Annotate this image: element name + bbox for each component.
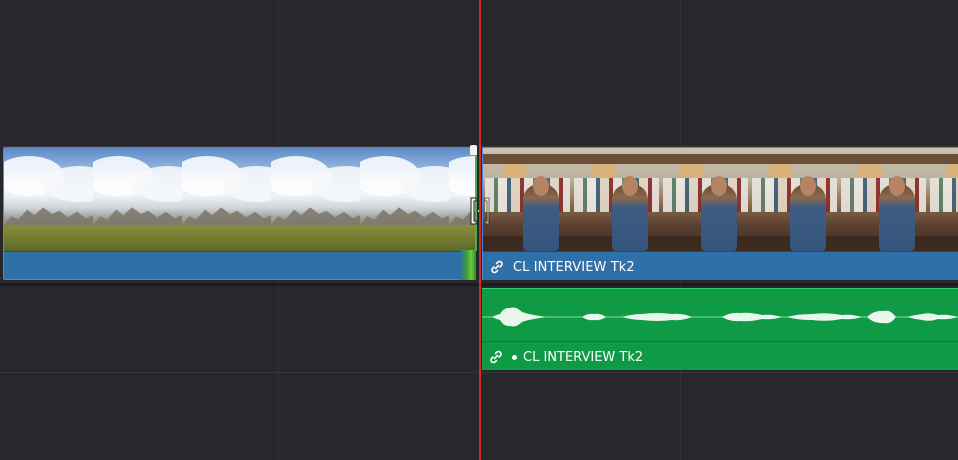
- thumbnail-interview: [661, 148, 750, 251]
- clip-thumbnails: [4, 148, 476, 251]
- thumbnail-landscape: [360, 148, 449, 251]
- timeline-panel[interactable]: CL INTERVIEW Tk2 CL INTERVIEW Tk2: [0, 0, 958, 460]
- thumbnail-landscape: [93, 148, 182, 251]
- audio-clip-interview[interactable]: CL INTERVIEW Tk2: [482, 288, 958, 370]
- playhead[interactable]: [479, 0, 481, 460]
- audio-indicator-dot: [512, 354, 517, 360]
- thumbnail-landscape: [182, 148, 271, 251]
- link-icon: [491, 260, 503, 274]
- thumbnail-interview: [839, 148, 928, 251]
- video-clip-landscape[interactable]: [3, 147, 476, 280]
- link-icon: [490, 350, 502, 364]
- thumbnail-landscape: [271, 148, 360, 251]
- thumbnail-interview: [750, 148, 839, 251]
- transition-edge-indicator: [460, 250, 476, 280]
- thumbnail-interview: [572, 148, 661, 251]
- trim-handle[interactable]: [470, 145, 477, 155]
- clip-name-label: CL INTERVIEW Tk2: [513, 259, 635, 275]
- thumbnail-landscape: [4, 148, 93, 251]
- audio-waveform: [482, 307, 958, 327]
- clip-thumbnails: [483, 148, 958, 251]
- clip-label-bar: CL INTERVIEW Tk2: [483, 251, 958, 280]
- thumbnail-interview: [928, 148, 958, 251]
- clip-label-bar: [4, 251, 476, 279]
- clip-label-bar: CL INTERVIEW Tk2: [482, 341, 958, 370]
- thumbnail-interview: [483, 148, 572, 251]
- clip-name-label: CL INTERVIEW Tk2: [523, 349, 644, 365]
- video-clip-interview[interactable]: CL INTERVIEW Tk2: [482, 147, 958, 280]
